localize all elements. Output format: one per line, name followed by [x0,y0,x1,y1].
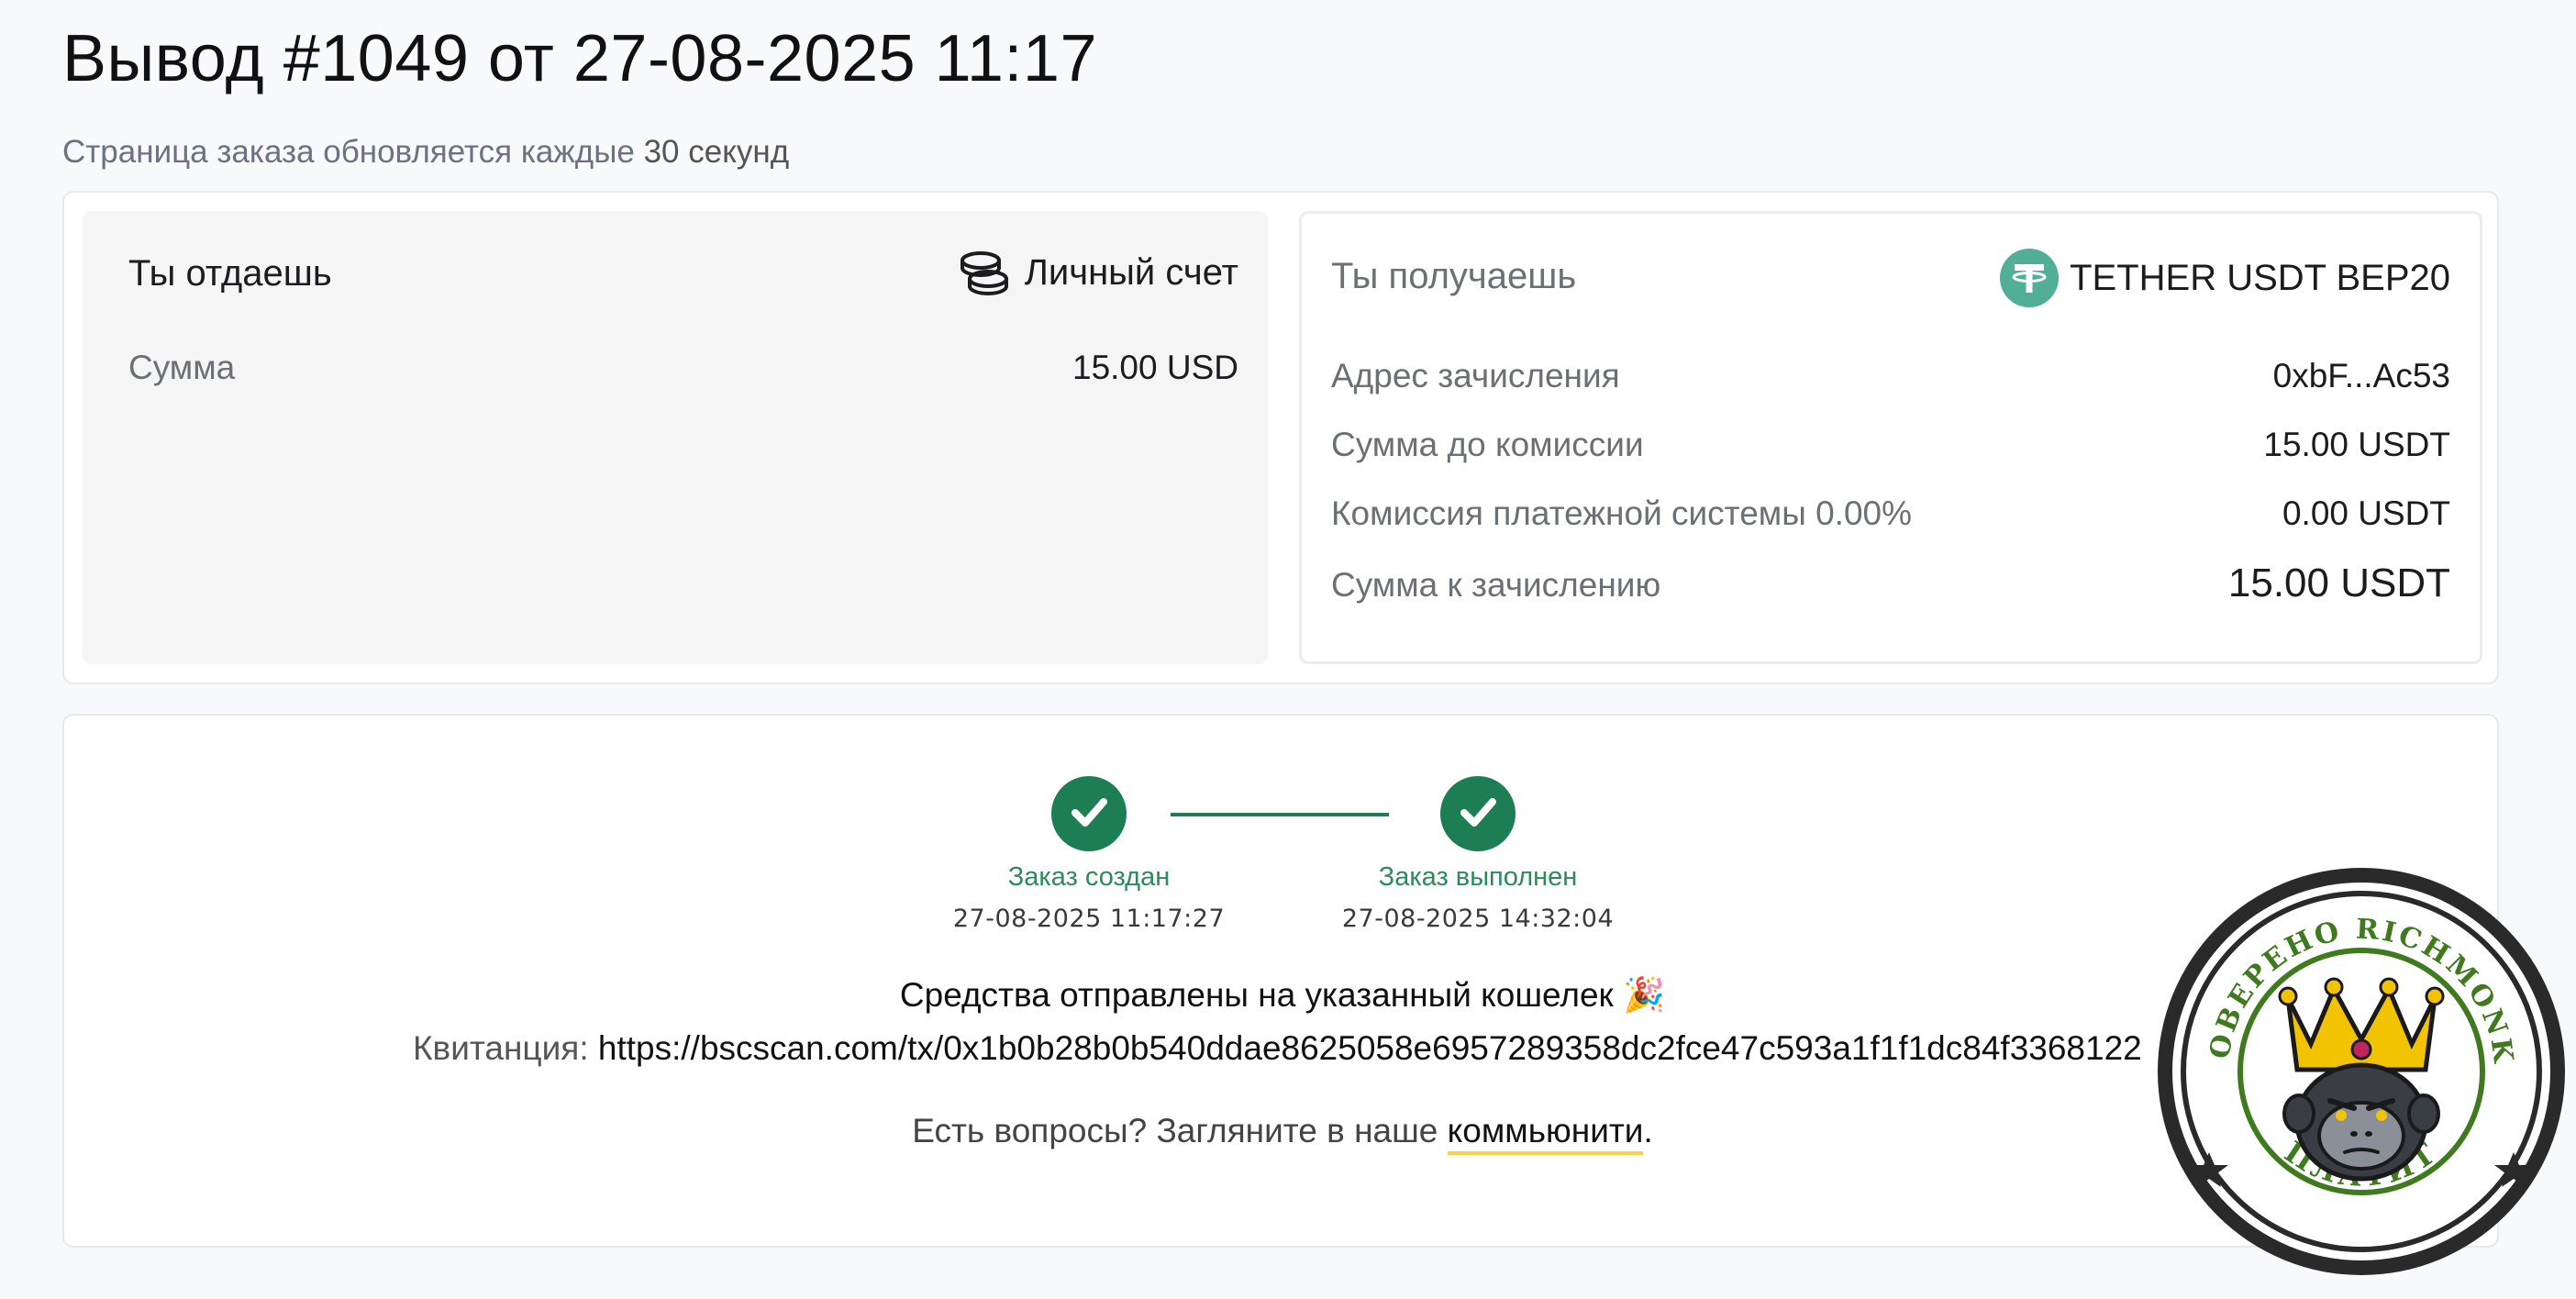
questions-line: Есть вопросы? Загляните в наше коммьюнит… [64,1112,2501,1155]
step-completed-indicator [1440,776,1516,851]
refresh-note-text: Страница заказа обновляется каждые [62,134,635,170]
order-status-card: Заказ создан 27-08-2025 11:17:27 Заказ в… [62,714,2499,1248]
receipt-url[interactable]: https://bscscan.com/tx/0x1b0b28b0b540dda… [598,1029,2142,1067]
step-created-indicator [1051,776,1127,851]
check-icon [1457,791,1499,838]
receive-method-label: TETHER USDT BEP20 [2070,257,2450,298]
verified-stamp: ПРОВЕРЕНО RICHMONKEY ПЛАТИТ [2136,836,2572,1282]
check-icon [1068,791,1110,838]
step-completed-label: Заказ выполнен [1378,862,1578,892]
community-link[interactable]: коммьюнити [1447,1112,1644,1155]
credit-amount-label: Сумма к зачислению [1331,566,1661,604]
fee-label: Комиссия платежной системы 0.00% [1331,494,1913,532]
give-title: Ты отдаешь [128,253,332,294]
give-method-label: Личный счет [1024,251,1238,293]
questions-suffix: . [1643,1112,1653,1149]
credit-amount-value: 15.00 USDT [2227,561,2450,605]
step-completed-date: 27-08-2025 14:32:04 [1341,905,1615,933]
give-panel: Ты отдаешь Личный счет Сумма 15.00 USD [83,211,1268,664]
give-method: Личный счет [957,248,1238,297]
receive-method: TETHER USDT BEP20 [2000,249,2450,307]
exchange-summary-card: Ты отдаешь Личный счет Сумма 15.00 USD Т… [62,191,2499,684]
fee-value: 0.00 USDT [2282,494,2450,532]
status-message: Средства отправлены на указанный кошелек… [899,976,1666,1014]
receipt-line: Квитанция: https://bscscan.com/tx/0x1b0b… [413,1029,2142,1068]
progress-connector [1171,813,1389,816]
receipt-label: Квитанция: [413,1029,589,1067]
receive-title: Ты получаешь [1331,256,1577,296]
refresh-interval: 30 секунд [643,134,790,170]
amount-before-fee-label: Сумма до комиссии [1331,426,1644,463]
refresh-note: Страница заказа обновляется каждые 30 се… [62,134,1097,171]
receive-address-value: 0xbF...Ac53 [2272,357,2450,394]
coins-icon [957,248,1012,297]
step-created-label: Заказ создан [1007,862,1171,892]
receive-address-label: Адрес зачисления [1331,357,1620,394]
page-title: Вывод #1049 от 27-08-2025 11:17 [62,22,1097,95]
questions-text: Есть вопросы? Загляните в наше [912,1112,1438,1149]
step-created-date: 27-08-2025 11:17:27 [952,905,1226,933]
give-amount-value: 15.00 USD [1072,349,1238,386]
amount-before-fee-value: 15.00 USDT [2263,426,2450,463]
page-header: Вывод #1049 от 27-08-2025 11:17 Страница… [62,20,1097,171]
receive-panel: Ты получаешь TETHER USDT BEP20 Адрес зач… [1299,211,2482,664]
give-amount-label: Сумма [128,349,236,386]
tether-icon [2000,249,2060,307]
